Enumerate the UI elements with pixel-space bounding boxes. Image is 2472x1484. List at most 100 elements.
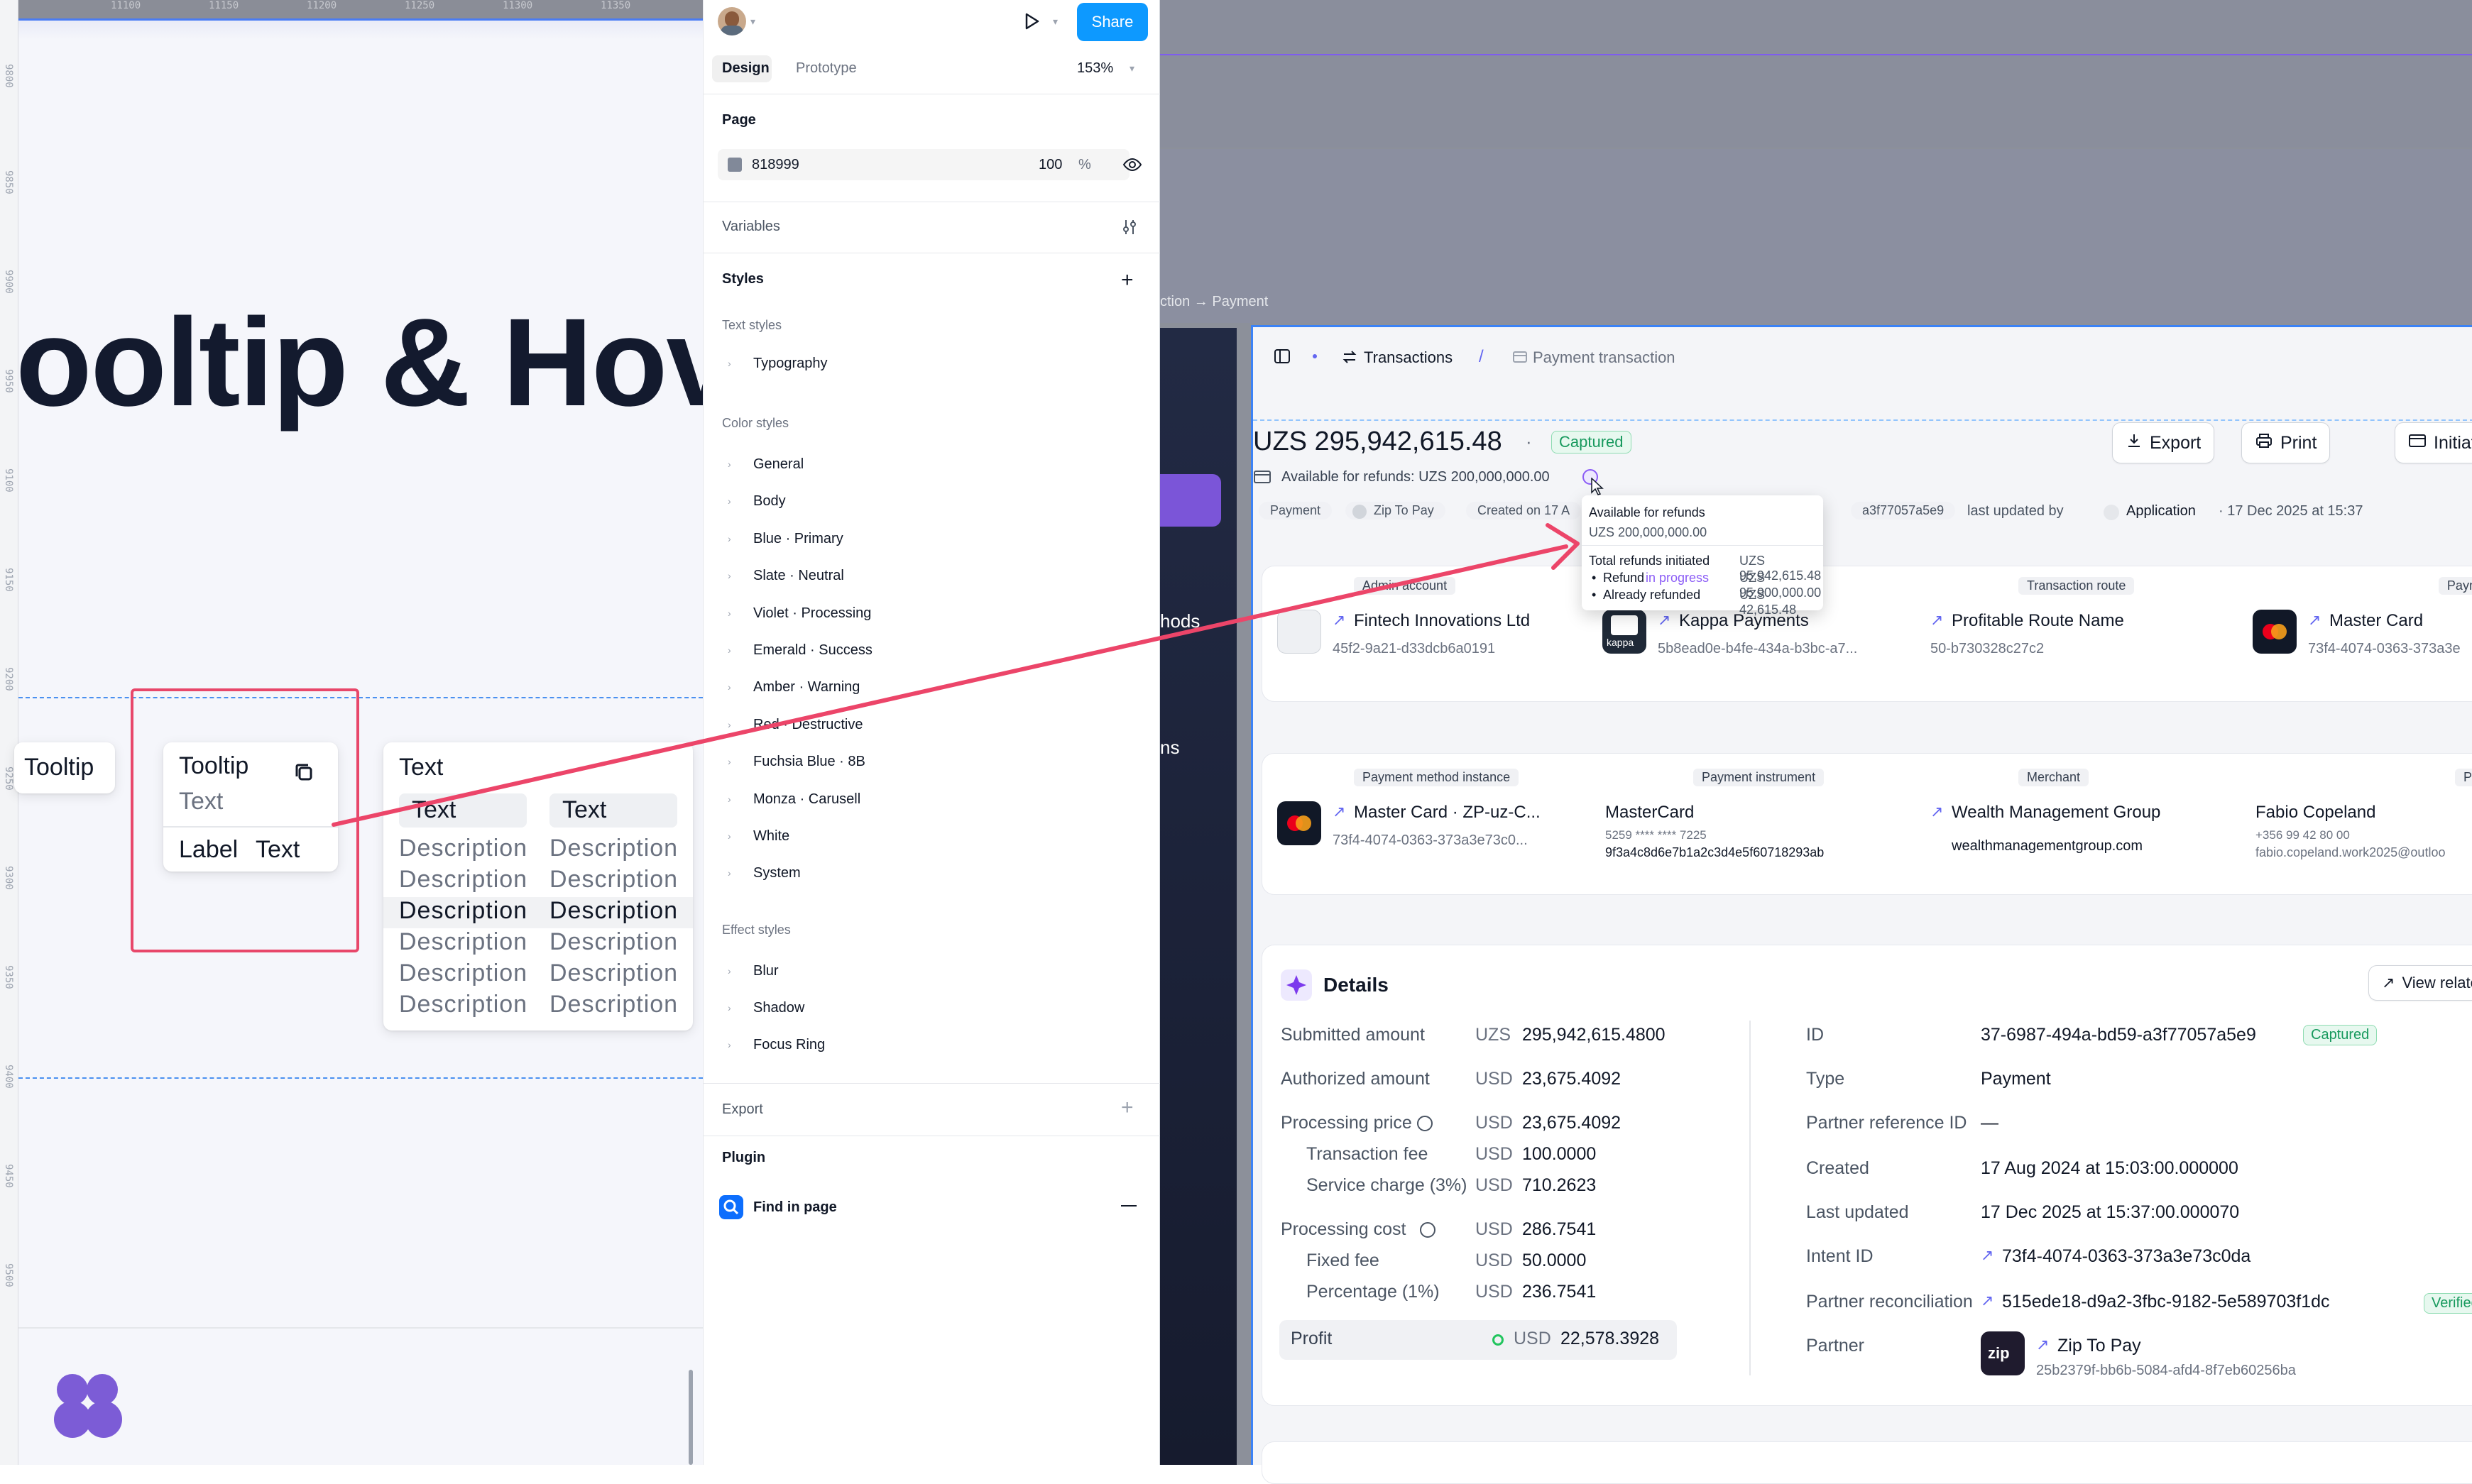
breadcrumb-transactions[interactable]: Transactions: [1364, 348, 1453, 367]
detail-value: 17 Dec 2025 at 15:37:00.000070: [1981, 1202, 2240, 1222]
dot-separator: [1313, 354, 1317, 358]
style-group-color[interactable]: › Slate · Neutral: [704, 559, 1161, 595]
sidebar-item-label[interactable]: hods: [1160, 610, 1200, 632]
details-title: Details: [1323, 974, 1389, 996]
style-group-color[interactable]: › Amber · Warning: [704, 670, 1161, 707]
arrow-up-right-icon: ↗: [1930, 611, 1944, 629]
plus-icon[interactable]: +: [1121, 1096, 1134, 1120]
variables-section[interactable]: Variables: [722, 219, 780, 235]
detail-value: 236.7541: [1522, 1282, 1597, 1302]
detail-label: Fixed fee: [1306, 1251, 1379, 1270]
style-group-label: Slate · Neutral: [753, 568, 844, 584]
style-group-color[interactable]: › Emerald · Success: [704, 633, 1161, 670]
tab-prototype[interactable]: Prototype: [796, 60, 857, 77]
party-column[interactable]: Payment method instance ↗ Master Card · ZP…: [1262, 769, 1587, 889]
party-name[interactable]: MasterCard: [1605, 803, 1694, 823]
plus-icon[interactable]: +: [1121, 268, 1134, 292]
ruler-tick: 9500: [3, 1263, 14, 1287]
detail-label: Last updated: [1806, 1202, 1909, 1222]
style-group-color[interactable]: › Red · Destructive: [704, 708, 1161, 744]
find-in-page-plugin[interactable]: Find in page: [753, 1199, 837, 1216]
download-icon: [2126, 432, 2143, 454]
style-group-color[interactable]: › System: [704, 856, 1161, 893]
party-tag: Admin account: [1354, 577, 1456, 595]
table-cell: Description: [549, 991, 679, 1018]
party-name[interactable]: Fabio Copeland: [2255, 803, 2375, 823]
style-group-focus-ring[interactable]: › Focus Ring: [704, 1028, 1161, 1065]
party-name[interactable]: Fintech Innovations Ltd: [1354, 611, 1530, 631]
sidebar-item-label[interactable]: ns: [1160, 737, 1179, 759]
party-name[interactable]: Master Card · ZP-uz-C...: [1354, 803, 1541, 823]
detail-value[interactable]: Zip To Pay: [2057, 1336, 2141, 1356]
sidebar-active-item[interactable]: [1160, 474, 1221, 527]
initiate-refund-button[interactable]: Initiat: [2395, 422, 2472, 463]
ruler-tick: 9900: [3, 270, 14, 294]
column-header: Text: [399, 793, 527, 828]
canvas-scrollbar[interactable]: [689, 1370, 693, 1465]
ruler-tick: 11300: [503, 0, 533, 11]
tooltip-title: Available for refunds: [1589, 505, 1705, 520]
eye-icon[interactable]: [1122, 156, 1142, 177]
party-name[interactable]: Master Card: [2329, 611, 2423, 631]
page-color-value[interactable]: 818999: [752, 157, 799, 173]
party-name[interactable]: Wealth Management Group: [1952, 803, 2160, 823]
view-related-button[interactable]: ↗ View related: [2368, 965, 2472, 1001]
party-column[interactable]: Transaction route ↗ Profitable Route Name 5…: [1912, 577, 2237, 698]
style-group-shadow[interactable]: › Shadow: [704, 991, 1161, 1028]
sidebar-toggle-icon[interactable]: [1273, 347, 1291, 369]
style-group-color[interactable]: › General: [704, 447, 1161, 484]
page-color-field[interactable]: 818999 100 %: [718, 149, 1130, 180]
transaction-amount: UZS 295,942,615.48: [1253, 427, 1502, 456]
page-opacity-value[interactable]: 100: [1039, 157, 1062, 173]
color-swatch[interactable]: [728, 158, 742, 172]
style-group-color[interactable]: › Blue · Primary: [704, 522, 1161, 559]
chevron-down-icon[interactable]: ▾: [1053, 16, 1058, 28]
info-icon[interactable]: [1417, 1116, 1433, 1131]
app-sidebar[interactable]: hods ns: [1160, 328, 1237, 1465]
ruler-tick: 9100: [3, 468, 14, 493]
ruler-tick: 9300: [3, 866, 14, 890]
party-column[interactable]: Payment instrument MasterCard 5259 **** **…: [1587, 769, 1912, 889]
style-group-color[interactable]: › White: [704, 819, 1161, 856]
arrow-up-right-icon: ↗: [2308, 611, 2321, 629]
style-group-color[interactable]: › Body: [704, 484, 1161, 521]
meta-updated-by: last updated by: [1967, 503, 2064, 519]
avatar[interactable]: [718, 7, 746, 35]
style-group-color[interactable]: › Monza · Carusell: [704, 782, 1161, 819]
tooltip-sample-simple[interactable]: Tooltip: [14, 742, 115, 793]
minus-icon[interactable]: [1121, 1205, 1137, 1207]
style-group-label: Blue · Primary: [753, 530, 843, 546]
style-group-typography[interactable]: › Typography: [704, 346, 1161, 383]
print-button[interactable]: Print: [2241, 422, 2331, 463]
table-cell: Description: [399, 897, 528, 924]
sliders-icon[interactable]: [1120, 217, 1139, 241]
chevron-right-icon: ›: [728, 965, 731, 977]
chevron-down-icon[interactable]: ▾: [1130, 62, 1134, 75]
party-column[interactable]: Merchant ↗ Wealth Management Group wealthma…: [1912, 769, 2237, 889]
style-group-color[interactable]: › Violet · Processing: [704, 596, 1161, 633]
party-column[interactable]: Payment method ↗ Master Card 73f4-4074-0363…: [2237, 577, 2472, 698]
search-icon[interactable]: [719, 1195, 743, 1219]
detail-value[interactable]: 515ede18-d9a2-3fbc-9182-5e589703f1dc: [2002, 1292, 2330, 1312]
export-section[interactable]: Export: [722, 1101, 763, 1118]
party-column[interactable]: Admin account ↗ Fintech Innovations Ltd 45f…: [1262, 577, 1587, 698]
party-name[interactable]: Profitable Route Name: [1952, 611, 2124, 631]
export-button[interactable]: Export: [2112, 422, 2215, 463]
detail-value[interactable]: 73f4-4074-0363-373a3e73c0da: [2002, 1246, 2250, 1267]
tooltip-sample-table[interactable]: Text Text Text Description Description D…: [383, 742, 693, 1030]
party-column[interactable]: Payer / Payee Fabio Copeland +356 99 42 80…: [2237, 769, 2472, 889]
info-icon[interactable]: [1420, 1222, 1435, 1238]
canvas-title[interactable]: ooltip & Hov: [16, 291, 703, 434]
meta-id: a3f77057a5e9: [1851, 502, 1956, 520]
column-header-label: Text: [562, 796, 607, 823]
design-canvas[interactable]: 11100 11150 11200 11250 11300 11350 9800…: [0, 0, 703, 1465]
zoom-level[interactable]: 153%: [1077, 60, 1113, 77]
detail-currency: USD: [1475, 1251, 1513, 1270]
detail-currency: USD: [1475, 1069, 1513, 1089]
chevron-down-icon[interactable]: ▾: [750, 16, 755, 28]
play-icon[interactable]: [1020, 10, 1043, 36]
share-button[interactable]: Share: [1077, 3, 1148, 41]
style-group-color[interactable]: › Fuchsia Blue · 8B: [704, 744, 1161, 781]
style-group-blur[interactable]: › Blur: [704, 954, 1161, 991]
tab-design[interactable]: Design: [712, 55, 772, 82]
